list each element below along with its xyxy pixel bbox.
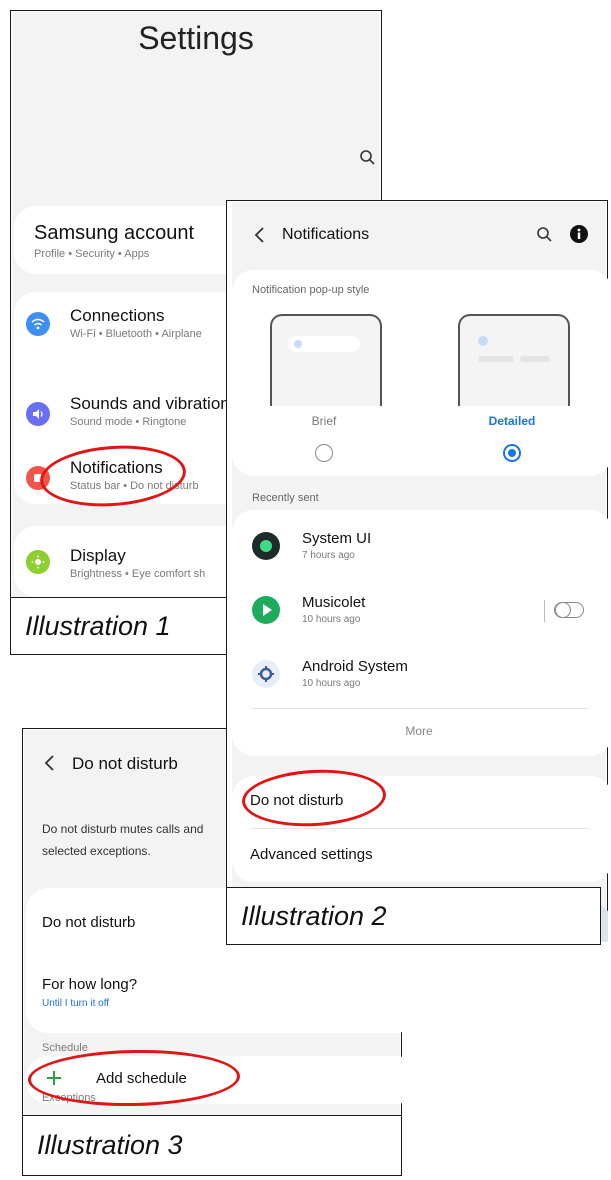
detailed-preview	[458, 314, 570, 406]
detailed-radio-selected[interactable]	[503, 444, 521, 462]
brief-option[interactable]: Brief	[262, 314, 386, 464]
recently-sent-card: System UI 7 hours ago Musicolet 10 hours…	[232, 510, 608, 756]
sounds-subtitle: Sound mode • Ringtone	[70, 416, 187, 428]
more-divider	[252, 708, 588, 709]
settings-divider	[250, 828, 590, 829]
wifi-icon	[26, 312, 50, 336]
do-not-disturb-page-title: Do not disturb	[72, 754, 178, 773]
for-how-long-label: For how long?	[42, 976, 138, 993]
sounds-title: Sounds and vibration	[70, 394, 230, 413]
display-subtitle: Brightness • Eye comfort sh	[70, 568, 206, 580]
settings-title: Settings	[138, 20, 254, 56]
musicolet-name: Musicolet	[302, 594, 366, 611]
search-icon[interactable]	[536, 226, 554, 244]
popup-style-card: Notification pop-up style Brief Detailed	[232, 270, 608, 476]
android-system-app-icon	[252, 660, 280, 688]
android-system-name: Android System	[302, 658, 408, 675]
app-row-musicolet[interactable]: Musicolet 10 hours ago	[232, 582, 608, 642]
detailed-option[interactable]: Detailed	[450, 314, 574, 464]
app-row-android-system[interactable]: Android System 10 hours ago	[232, 646, 608, 706]
search-icon[interactable]	[359, 149, 377, 167]
detailed-preview-line-2	[520, 356, 550, 362]
speaker-icon	[26, 402, 50, 426]
system-ui-time: 7 hours ago	[302, 550, 355, 561]
detailed-preview-line-1	[478, 356, 514, 362]
system-ui-name: System UI	[302, 530, 372, 547]
brief-radio[interactable]	[315, 444, 333, 462]
popup-style-section-label: Notification pop-up style	[252, 284, 370, 296]
brief-preview	[270, 314, 382, 406]
more-button[interactable]: More	[232, 724, 606, 738]
connections-title: Connections	[70, 306, 165, 325]
back-arrow-icon[interactable]	[42, 754, 58, 772]
schedule-section-label: Schedule	[42, 1042, 88, 1054]
display-title: Display	[70, 546, 126, 565]
musicolet-time: 10 hours ago	[302, 614, 361, 625]
connections-subtitle: Wi-Fi • Bluetooth • Airplane	[70, 328, 202, 340]
detailed-radio-dot	[508, 449, 516, 457]
samsung-account-subtitle: Profile • Security • Apps	[34, 248, 150, 260]
musicolet-toggle-knob	[555, 601, 571, 618]
system-ui-app-icon-inner	[260, 540, 272, 552]
system-ui-app-icon	[252, 532, 280, 560]
brief-label: Brief	[311, 414, 337, 428]
musicolet-toggle-divider	[544, 600, 545, 622]
android-system-time: 10 hours ago	[302, 678, 361, 689]
sun-icon	[26, 550, 50, 574]
illustration-3-caption: Illustration 3	[22, 1115, 402, 1176]
detailed-preview-dot	[478, 336, 488, 346]
back-arrow-icon[interactable]	[252, 226, 266, 244]
brief-preview-dot	[294, 340, 302, 348]
for-how-long-item[interactable]: For how long? Until I turn it off	[26, 966, 402, 1026]
info-icon[interactable]	[570, 225, 588, 243]
notifications-page-title: Notifications	[282, 226, 370, 243]
do-not-disturb-description: Do not disturb mutes calls and selected …	[42, 822, 204, 858]
for-how-long-value: Until I turn it off	[42, 998, 110, 1009]
musicolet-app-icon	[252, 596, 280, 624]
detailed-label: Detailed	[488, 414, 536, 428]
samsung-account-title: Samsung account	[34, 222, 195, 244]
do-not-disturb-toggle-label[interactable]: Do not disturb	[42, 914, 135, 931]
illustration-2-caption: Illustration 2	[226, 887, 601, 945]
musicolet-notification-toggle[interactable]	[554, 601, 584, 618]
advanced-settings-item[interactable]: Advanced settings	[250, 846, 373, 863]
app-row-system-ui[interactable]: System UI 7 hours ago	[232, 518, 608, 578]
illustration-2: Notifications Notification pop-up style …	[226, 200, 608, 942]
recently-sent-section-label: Recently sent	[252, 492, 319, 504]
